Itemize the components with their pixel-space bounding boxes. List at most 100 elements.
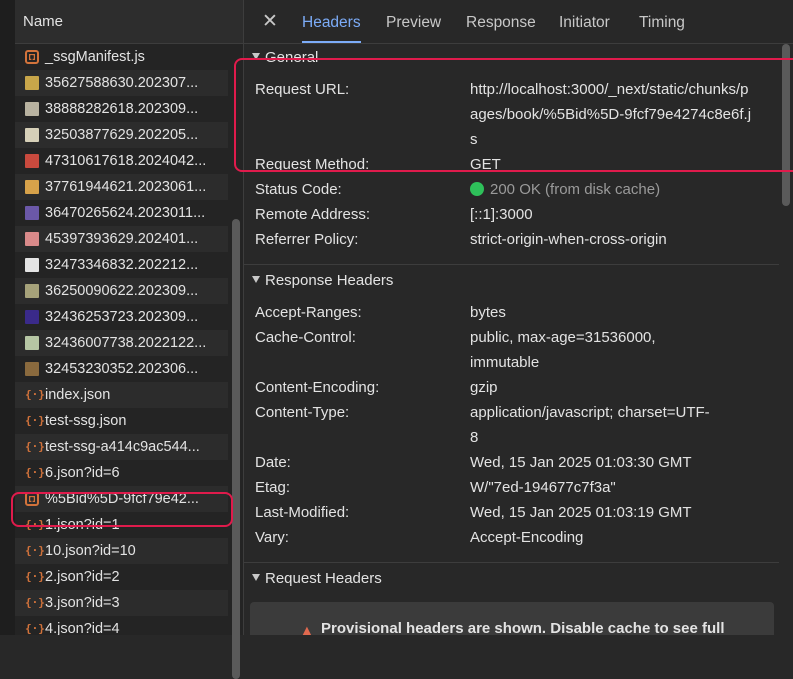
request-list-item[interactable]: 47310617618.2024042... xyxy=(15,148,228,174)
js-file-icon xyxy=(25,50,39,64)
image-file-icon xyxy=(25,206,39,220)
request-list-item-label: _ssgManifest.js xyxy=(45,49,145,65)
close-icon[interactable]: ✕ xyxy=(258,10,282,34)
json-file-icon: {·} xyxy=(25,388,45,401)
request-list-item[interactable]: {·} 2.json?id=2 xyxy=(15,564,228,590)
vary-value: Accept-Encoding xyxy=(470,529,584,546)
request-list-item[interactable]: 37761944621.2023061... xyxy=(15,174,228,200)
general-section: General xyxy=(244,47,779,71)
content-encoding-value: gzip xyxy=(470,379,498,396)
request-list-item-label: 32503877629.202205... xyxy=(45,127,199,143)
request-list-item[interactable]: {·} test-ssg-a414c9ac544... xyxy=(15,434,228,460)
content-type-value-line: 8 xyxy=(470,429,479,446)
cache-control-value-line: public, max-age=31536000, xyxy=(470,329,656,346)
last-modified-label: Last-Modified: xyxy=(255,504,350,521)
details-scrollbar[interactable] xyxy=(779,44,793,635)
request-url-value-line: http://localhost:3000/_next/static/chunk… xyxy=(470,81,749,98)
request-list-item[interactable]: 36250090622.202309... xyxy=(15,278,228,304)
request-headers-title: Request Headers xyxy=(265,570,382,587)
request-list: _ssgManifest.js 35627588630.202307... 3888… xyxy=(15,44,243,635)
request-list-item-label: 35627588630.202307... xyxy=(45,75,199,91)
json-file-icon: {·} xyxy=(25,466,45,479)
request-list-item[interactable]: 32436007738.2022122... xyxy=(15,330,228,356)
request-list-scrollbar-thumb[interactable] xyxy=(232,219,240,679)
response-headers-section-header[interactable]: Response Headers xyxy=(244,270,779,294)
request-list-item[interactable]: {·} 6.json?id=6 xyxy=(15,460,228,486)
request-list-pane: Name _ssgManifest.js 35627588630.202307..… xyxy=(15,0,243,635)
accept-ranges-value: bytes xyxy=(470,304,506,321)
request-list-item-label: 45397393629.202401... xyxy=(45,231,199,247)
request-list-item[interactable]: 32453230352.202306... xyxy=(15,356,228,382)
request-list-item[interactable]: 45397393629.202401... xyxy=(15,226,228,252)
request-list-item[interactable]: %5Bid%5D-9fcf79e42... xyxy=(15,486,228,512)
referrer-policy-label: Referrer Policy: xyxy=(255,231,359,248)
request-list-item[interactable]: _ssgManifest.js xyxy=(15,44,228,70)
details-scrollbar-thumb[interactable] xyxy=(782,44,790,206)
request-list-item-label: 32453230352.202306... xyxy=(45,361,199,377)
image-file-icon xyxy=(25,128,39,142)
request-list-item[interactable]: {·} test-ssg.json xyxy=(15,408,228,434)
request-list-item[interactable]: {·} 4.json?id=4 xyxy=(15,616,228,635)
request-list-item-label: 38888282618.202309... xyxy=(45,101,199,117)
request-list-item-label: 10.json?id=10 xyxy=(45,543,136,559)
request-headers-section-header[interactable]: Request Headers xyxy=(244,568,779,592)
request-list-item-label: 1.json?id=1 xyxy=(45,517,120,533)
json-file-icon: {·} xyxy=(25,440,45,453)
request-list-item[interactable]: 36470265624.2023011... xyxy=(15,200,228,226)
request-list-item-label: 32473346832.202212... xyxy=(45,257,199,273)
general-section-header[interactable]: General xyxy=(244,47,779,71)
request-list-item-label: 36470265624.2023011... xyxy=(45,205,206,221)
warning-icon: ▲ xyxy=(299,623,315,635)
status-dot-icon xyxy=(470,182,484,196)
request-list-item[interactable]: 32436253723.202309... xyxy=(15,304,228,330)
accept-ranges-label: Accept-Ranges: xyxy=(255,304,362,321)
tab-preview[interactable]: Preview xyxy=(386,0,441,43)
response-headers-section: Response Headers xyxy=(244,270,779,294)
image-file-icon xyxy=(25,102,39,116)
status-code-value: 200 OK (from disk cache) xyxy=(490,181,661,198)
image-file-icon xyxy=(25,154,39,168)
request-list-item-label: 32436007738.2022122... xyxy=(45,335,207,351)
details-tabbar: ✕ Headers Preview Response Initiator Tim… xyxy=(244,0,793,44)
request-list-item[interactable]: 35627588630.202307... xyxy=(15,70,228,96)
request-list-item[interactable]: {·} 1.json?id=1 xyxy=(15,512,228,538)
cache-control-value-line: immutable xyxy=(470,354,540,371)
vary-label: Vary: xyxy=(255,529,289,546)
image-file-icon xyxy=(25,180,39,194)
request-details-pane: ✕ Headers Preview Response Initiator Tim… xyxy=(244,0,793,635)
request-method-label: Request Method: xyxy=(255,156,370,173)
image-file-icon xyxy=(25,76,39,90)
content-encoding-label: Content-Encoding: xyxy=(255,379,380,396)
triangle-down-icon xyxy=(252,53,260,60)
json-file-icon: {·} xyxy=(25,622,45,635)
json-file-icon: {·} xyxy=(25,570,45,583)
tab-initiator[interactable]: Initiator xyxy=(559,0,610,43)
tab-headers[interactable]: Headers xyxy=(302,0,361,43)
referrer-policy-value: strict-origin-when-cross-origin xyxy=(470,231,667,248)
request-list-item-label: 32436253723.202309... xyxy=(45,309,199,325)
image-file-icon xyxy=(25,232,39,246)
request-list-item[interactable]: {·} index.json xyxy=(15,382,228,408)
request-list-item[interactable]: {·} 10.json?id=10 xyxy=(15,538,228,564)
name-column-header[interactable]: Name xyxy=(15,0,243,44)
request-list-item[interactable]: {·} 3.json?id=3 xyxy=(15,590,228,616)
request-list-scrollbar[interactable] xyxy=(229,44,243,679)
warning-text: Provisional headers are shown. Disable c… xyxy=(321,620,725,635)
json-file-icon: {·} xyxy=(25,518,45,531)
request-list-item[interactable]: 32503877629.202205... xyxy=(15,122,228,148)
request-list-item-label: 37761944621.2023061... xyxy=(45,179,207,195)
request-list-item[interactable]: 32473346832.202212... xyxy=(15,252,228,278)
image-file-icon xyxy=(25,258,39,272)
request-url-value-line: s xyxy=(470,131,478,148)
remote-address-label: Remote Address: xyxy=(255,206,371,223)
request-method-value: GET xyxy=(470,156,501,173)
request-list-item-label: test-ssg.json xyxy=(45,413,127,429)
request-headers-section: Request Headers xyxy=(244,568,779,592)
json-file-icon: {·} xyxy=(25,596,45,609)
tab-timing[interactable]: Timing xyxy=(639,0,685,43)
tab-response[interactable]: Response xyxy=(466,0,536,43)
left-edge-gutter xyxy=(0,0,15,635)
request-list-item-label: 6.json?id=6 xyxy=(45,465,120,481)
cache-control-label: Cache-Control: xyxy=(255,329,356,346)
request-list-item[interactable]: 38888282618.202309... xyxy=(15,96,228,122)
